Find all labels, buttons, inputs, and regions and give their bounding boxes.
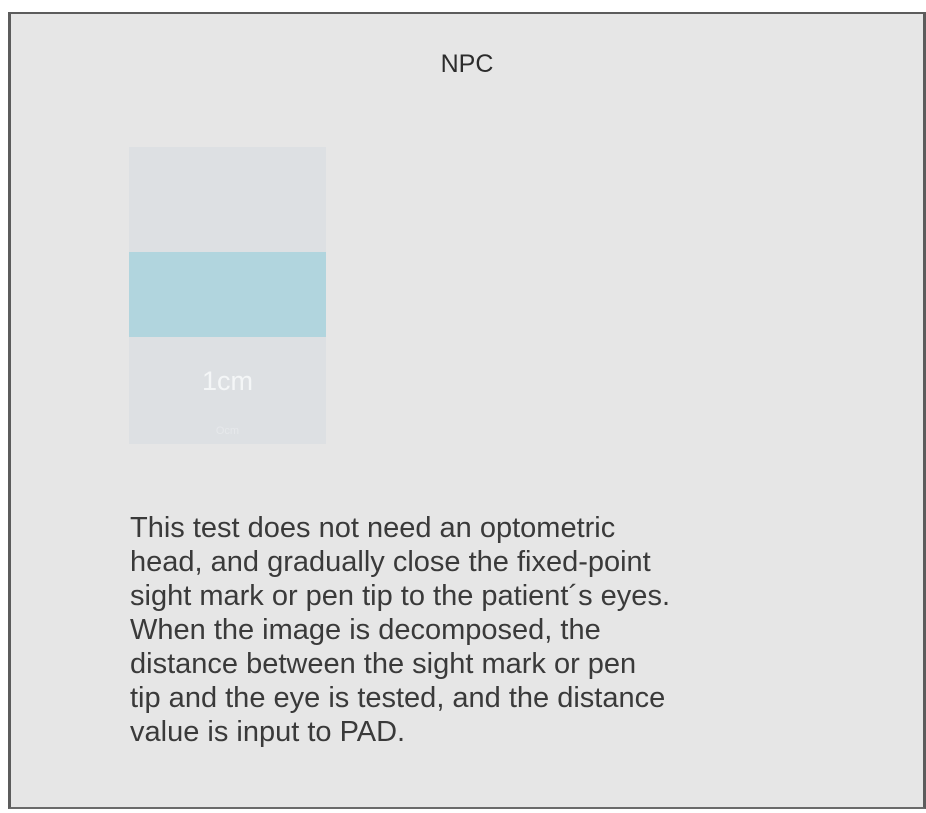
picker-next-value[interactable]: Ocm bbox=[129, 425, 326, 437]
dialog-title: NPC bbox=[440, 50, 494, 78]
picker-selected-value[interactable]: 1cm bbox=[129, 366, 326, 397]
distance-picker[interactable]: 1cm Ocm bbox=[129, 147, 326, 444]
picker-selection-band bbox=[129, 252, 326, 337]
npc-dialog: NPC 1cm Ocm This test does not need an o… bbox=[8, 12, 926, 809]
test-description: This test does not need an optometric he… bbox=[130, 512, 670, 748]
